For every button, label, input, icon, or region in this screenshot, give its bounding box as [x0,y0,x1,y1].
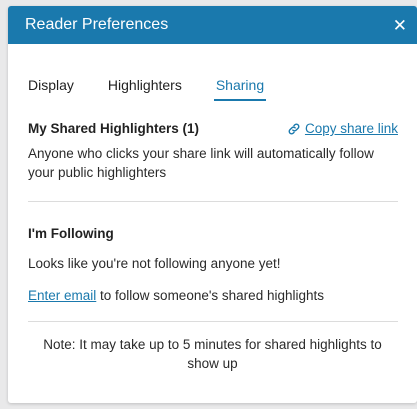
tab-highlighters[interactable]: Highlighters [108,77,182,101]
following-header-row: I'm Following [28,226,398,241]
shared-highlighters-section: My Shared Highlighters (1) Copy share li… [8,121,417,182]
dialog-title: Reader Preferences [25,16,169,33]
tab-sharing[interactable]: Sharing [213,77,267,101]
close-icon[interactable]: ✕ [393,17,407,34]
following-heading: I'm Following [28,226,114,241]
divider [28,201,398,202]
link-icon [288,123,300,134]
following-empty-text: Looks like you're not following anyone y… [28,256,281,271]
enter-email-row: Enter email to follow someone's shared h… [28,288,398,303]
tab-display[interactable]: Display [28,77,74,101]
shared-description: Anyone who clicks your share link will a… [28,146,374,180]
enter-email-link[interactable]: Enter email [28,288,96,303]
delay-note: Note: It may take up to 5 minutes for sh… [43,337,382,371]
tab-bar: Display Highlighters Sharing [8,44,417,101]
shared-highlighters-heading: My Shared Highlighters (1) [28,121,200,136]
enter-email-suffix: to follow someone's shared highlights [96,288,324,303]
following-section: I'm Following Looks like you're not foll… [8,226,417,303]
reader-preferences-dialog: Reader Preferences ✕ Display Highlighter… [8,6,417,403]
copy-share-link[interactable]: Copy share link [287,121,398,136]
dialog-titlebar: Reader Preferences ✕ [8,6,417,44]
shared-header-row: My Shared Highlighters (1) Copy share li… [28,121,398,136]
copy-share-link-label[interactable]: Copy share link [305,121,398,136]
